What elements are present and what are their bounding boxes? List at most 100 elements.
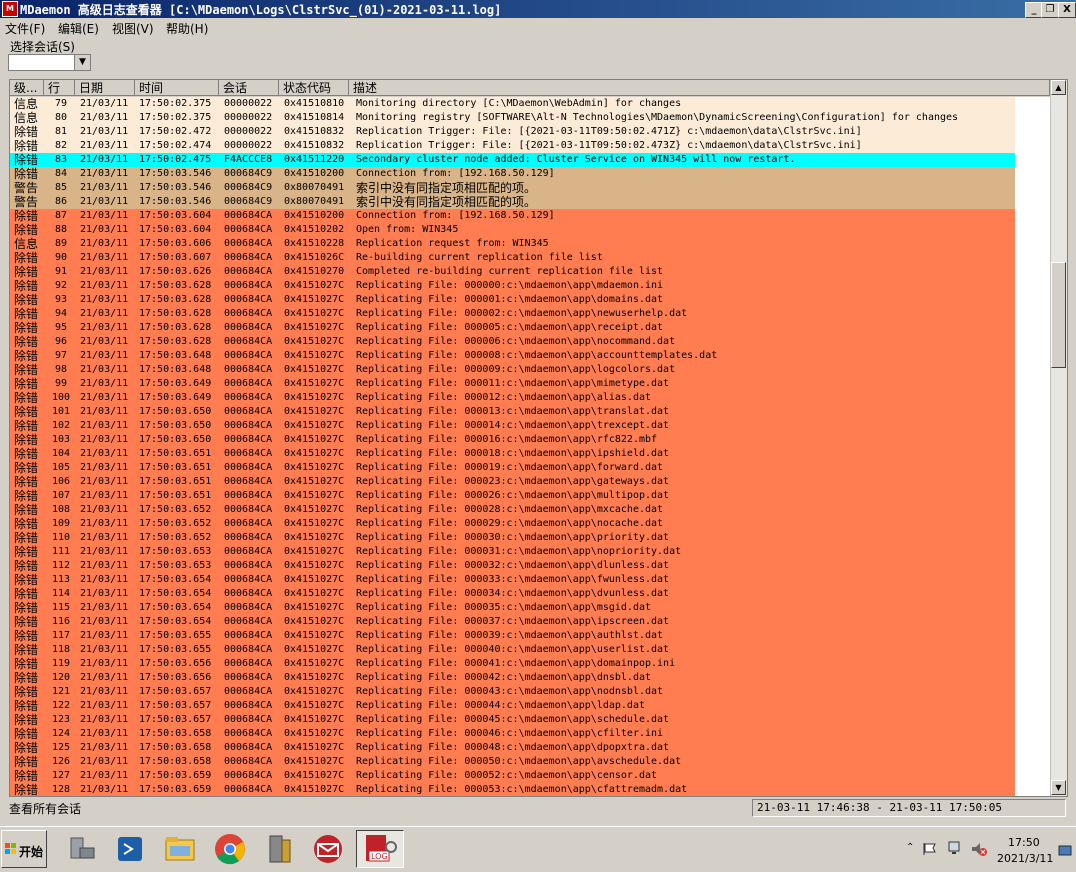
table-row[interactable]: 除错 114 21/03/11 17:50:03.654 000684CA 0x41510… xyxy=(10,587,1015,601)
cell-session: 000684CA xyxy=(224,280,273,291)
table-row[interactable]: 除错 102 21/03/11 17:50:03.650 000684CA 0x41510… xyxy=(10,419,1015,433)
menu-edit[interactable]: 编辑(E) xyxy=(58,20,99,37)
table-row[interactable]: 除错 113 21/03/11 17:50:03.654 000684CA 0x41510… xyxy=(10,573,1015,587)
log-grid[interactable]: 级... 行 日期 时间 会话 状态代码 描述 信息 79 21/03/11 17:5… xyxy=(9,79,1068,797)
cell-level: 除错 xyxy=(14,671,39,685)
table-row[interactable]: 除错 98 21/03/11 17:50:03.648 000684CA 0x415102… xyxy=(10,363,1015,377)
chevron-up-icon[interactable]: ⌃ xyxy=(906,842,914,853)
session-select[interactable]: ▼ xyxy=(8,54,91,71)
scroll-down-icon[interactable]: ▼ xyxy=(1051,780,1066,795)
table-row[interactable]: 除错 99 21/03/11 17:50:03.649 000684CA 0x415102… xyxy=(10,377,1015,391)
table-row[interactable]: 除错 95 21/03/11 17:50:03.628 000684CA 0x415102… xyxy=(10,321,1015,335)
cell-level: 除错 xyxy=(14,783,39,796)
table-row[interactable]: 除错 111 21/03/11 17:50:03.653 000684CA 0x41510… xyxy=(10,545,1015,559)
col-line[interactable]: 行 xyxy=(44,80,75,96)
clock-time[interactable]: 17:50 xyxy=(1008,836,1040,849)
cell-desc: Replicating File: 000039:c:\mdaemon\app\… xyxy=(356,630,664,641)
col-time[interactable]: 时间 xyxy=(135,80,219,96)
vertical-scrollbar[interactable]: ▲ ▼ xyxy=(1050,80,1067,796)
table-row[interactable]: 除错 116 21/03/11 17:50:03.654 000684CA 0x41510… xyxy=(10,615,1015,629)
cell-level: 除错 xyxy=(14,643,39,657)
col-session[interactable]: 会话 xyxy=(219,80,279,96)
chevron-down-icon[interactable]: ▼ xyxy=(74,55,90,70)
table-row[interactable]: 除错 121 21/03/11 17:50:03.657 000684CA 0x41510… xyxy=(10,685,1015,699)
col-level[interactable]: 级... xyxy=(10,80,44,96)
cell-desc: Replicating File: 000031:c:\mdaemon\app\… xyxy=(356,546,682,557)
table-row[interactable]: 除错 100 21/03/11 17:50:03.649 000684CA 0x41510… xyxy=(10,391,1015,405)
table-row[interactable]: 除错 104 21/03/11 17:50:03.651 000684CA 0x41510… xyxy=(10,447,1015,461)
table-row[interactable]: 除错 108 21/03/11 17:50:03.652 000684CA 0x41510… xyxy=(10,503,1015,517)
table-row[interactable]: 除错 125 21/03/11 17:50:03.658 000684CA 0x41510… xyxy=(10,741,1015,755)
table-row[interactable]: 除错 88 21/03/11 17:50:03.604 000684CA 0x415102… xyxy=(10,223,1015,237)
table-row[interactable]: 除错 126 21/03/11 17:50:03.658 000684CA 0x41510… xyxy=(10,755,1015,769)
table-row[interactable]: 除错 93 21/03/11 17:50:03.628 000684CA 0x415102… xyxy=(10,293,1015,307)
col-status[interactable]: 状态代码 xyxy=(279,80,349,96)
table-row[interactable]: 除错 122 21/03/11 17:50:03.657 000684CA 0x41510… xyxy=(10,699,1015,713)
table-row[interactable]: 除错 117 21/03/11 17:50:03.655 000684CA 0x41510… xyxy=(10,629,1015,643)
table-row[interactable]: 除错 109 21/03/11 17:50:03.652 000684CA 0x41510… xyxy=(10,517,1015,531)
table-row[interactable]: 警告 86 21/03/11 17:50:03.546 000684C9 0x800704… xyxy=(10,195,1015,209)
notification-icon[interactable] xyxy=(1058,845,1072,857)
table-row[interactable]: 除错 91 21/03/11 17:50:03.626 000684CA 0x415102… xyxy=(10,265,1015,279)
cell-level: 除错 xyxy=(14,377,39,391)
cell-time: 17:50:03.546 xyxy=(139,196,212,207)
menu-view[interactable]: 视图(V) xyxy=(112,20,154,37)
table-row[interactable]: 除错 115 21/03/11 17:50:03.654 000684CA 0x41510… xyxy=(10,601,1015,615)
cell-level: 除错 xyxy=(14,139,39,153)
start-button[interactable]: 开始 xyxy=(1,830,47,868)
table-row[interactable]: 除错 112 21/03/11 17:50:03.653 000684CA 0x41510… xyxy=(10,559,1015,573)
table-row[interactable]: 除错 118 21/03/11 17:50:03.655 000684CA 0x41510… xyxy=(10,643,1015,657)
server-manager-icon[interactable] xyxy=(58,830,106,868)
table-row[interactable]: 除错 81 21/03/11 17:50:02.472 00000022 0x415108… xyxy=(10,125,1015,139)
table-row[interactable]: 除错 120 21/03/11 17:50:03.656 000684CA 0x41510… xyxy=(10,671,1015,685)
table-row[interactable]: 除错 84 21/03/11 17:50:03.546 000684C9 0x415102… xyxy=(10,167,1015,181)
table-row[interactable]: 除错 90 21/03/11 17:50:03.607 000684CA 0x415102… xyxy=(10,251,1015,265)
action-center-flag-icon[interactable] xyxy=(922,842,938,856)
table-row[interactable]: 除错 83 21/03/11 17:50:02.475 F4ACCCE8 0x415112… xyxy=(10,153,1015,167)
table-row[interactable]: 信息 89 21/03/11 17:50:03.606 000684CA 0x415102… xyxy=(10,237,1015,251)
menu-file[interactable]: 文件(F) xyxy=(5,20,45,37)
cell-date: 21/03/11 xyxy=(80,476,129,487)
cell-status: 0x41510832 xyxy=(284,126,345,137)
table-row[interactable]: 除错 82 21/03/11 17:50:02.474 00000022 0x415108… xyxy=(10,139,1015,153)
volume-muted-icon[interactable] xyxy=(970,841,988,857)
cell-session: 000684CA xyxy=(224,434,273,445)
table-row[interactable]: 除错 107 21/03/11 17:50:03.651 000684CA 0x41510… xyxy=(10,489,1015,503)
table-row[interactable]: 警告 85 21/03/11 17:50:03.546 000684C9 0x800704… xyxy=(10,181,1015,195)
table-row[interactable]: 信息 79 21/03/11 17:50:02.375 00000022 0x415108… xyxy=(10,97,1015,111)
table-row[interactable]: 除错 128 21/03/11 17:50:03.659 000684CA 0x41510… xyxy=(10,783,1015,796)
table-row[interactable]: 除错 110 21/03/11 17:50:03.652 000684CA 0x41510… xyxy=(10,531,1015,545)
table-row[interactable]: 除错 123 21/03/11 17:50:03.657 000684CA 0x41510… xyxy=(10,713,1015,727)
table-row[interactable]: 除错 101 21/03/11 17:50:03.650 000684CA 0x41510… xyxy=(10,405,1015,419)
table-row[interactable]: 除错 119 21/03/11 17:50:03.656 000684CA 0x41510… xyxy=(10,657,1015,671)
cell-date: 21/03/11 xyxy=(80,420,129,431)
table-row[interactable]: 除错 92 21/03/11 17:50:03.628 000684CA 0x415102… xyxy=(10,279,1015,293)
log-viewer-icon[interactable]: LOG xyxy=(356,830,404,868)
table-row[interactable]: 除错 106 21/03/11 17:50:03.651 000684CA 0x41510… xyxy=(10,475,1015,489)
scroll-up-icon[interactable]: ▲ xyxy=(1051,80,1066,95)
file-explorer-icon[interactable] xyxy=(156,830,204,868)
table-row[interactable]: 除错 105 21/03/11 17:50:03.651 000684CA 0x41510… xyxy=(10,461,1015,475)
table-row[interactable]: 除错 87 21/03/11 17:50:03.604 000684CA 0x415102… xyxy=(10,209,1015,223)
table-row[interactable]: 除错 103 21/03/11 17:50:03.650 000684CA 0x41510… xyxy=(10,433,1015,447)
powershell-icon[interactable] xyxy=(106,830,154,868)
table-row[interactable]: 信息 80 21/03/11 17:50:02.375 00000022 0x415108… xyxy=(10,111,1015,125)
cell-line: 102 xyxy=(51,420,71,431)
table-row[interactable]: 除错 127 21/03/11 17:50:03.659 000684CA 0x41510… xyxy=(10,769,1015,783)
table-row[interactable]: 除错 124 21/03/11 17:50:03.658 000684CA 0x41510… xyxy=(10,727,1015,741)
scroll-thumb[interactable] xyxy=(1051,262,1066,368)
cell-session: 000684CA xyxy=(224,560,273,571)
table-row[interactable]: 除错 96 21/03/11 17:50:03.628 000684CA 0x415102… xyxy=(10,335,1015,349)
network-icon[interactable] xyxy=(946,841,964,857)
col-desc[interactable]: 描述 xyxy=(349,80,1050,96)
clock-date[interactable]: 2021/3/11 xyxy=(997,852,1053,865)
menu-help[interactable]: 帮助(H) xyxy=(166,20,208,37)
maximize-button[interactable]: ❐ xyxy=(1041,2,1059,18)
table-row[interactable]: 除错 94 21/03/11 17:50:03.628 000684CA 0x415102… xyxy=(10,307,1015,321)
close-button[interactable]: X xyxy=(1058,2,1076,18)
tools-icon[interactable] xyxy=(256,830,304,868)
col-date[interactable]: 日期 xyxy=(75,80,135,96)
mdaemon-icon[interactable] xyxy=(306,830,354,868)
chrome-icon[interactable] xyxy=(206,830,254,868)
table-row[interactable]: 除错 97 21/03/11 17:50:03.648 000684CA 0x415102… xyxy=(10,349,1015,363)
